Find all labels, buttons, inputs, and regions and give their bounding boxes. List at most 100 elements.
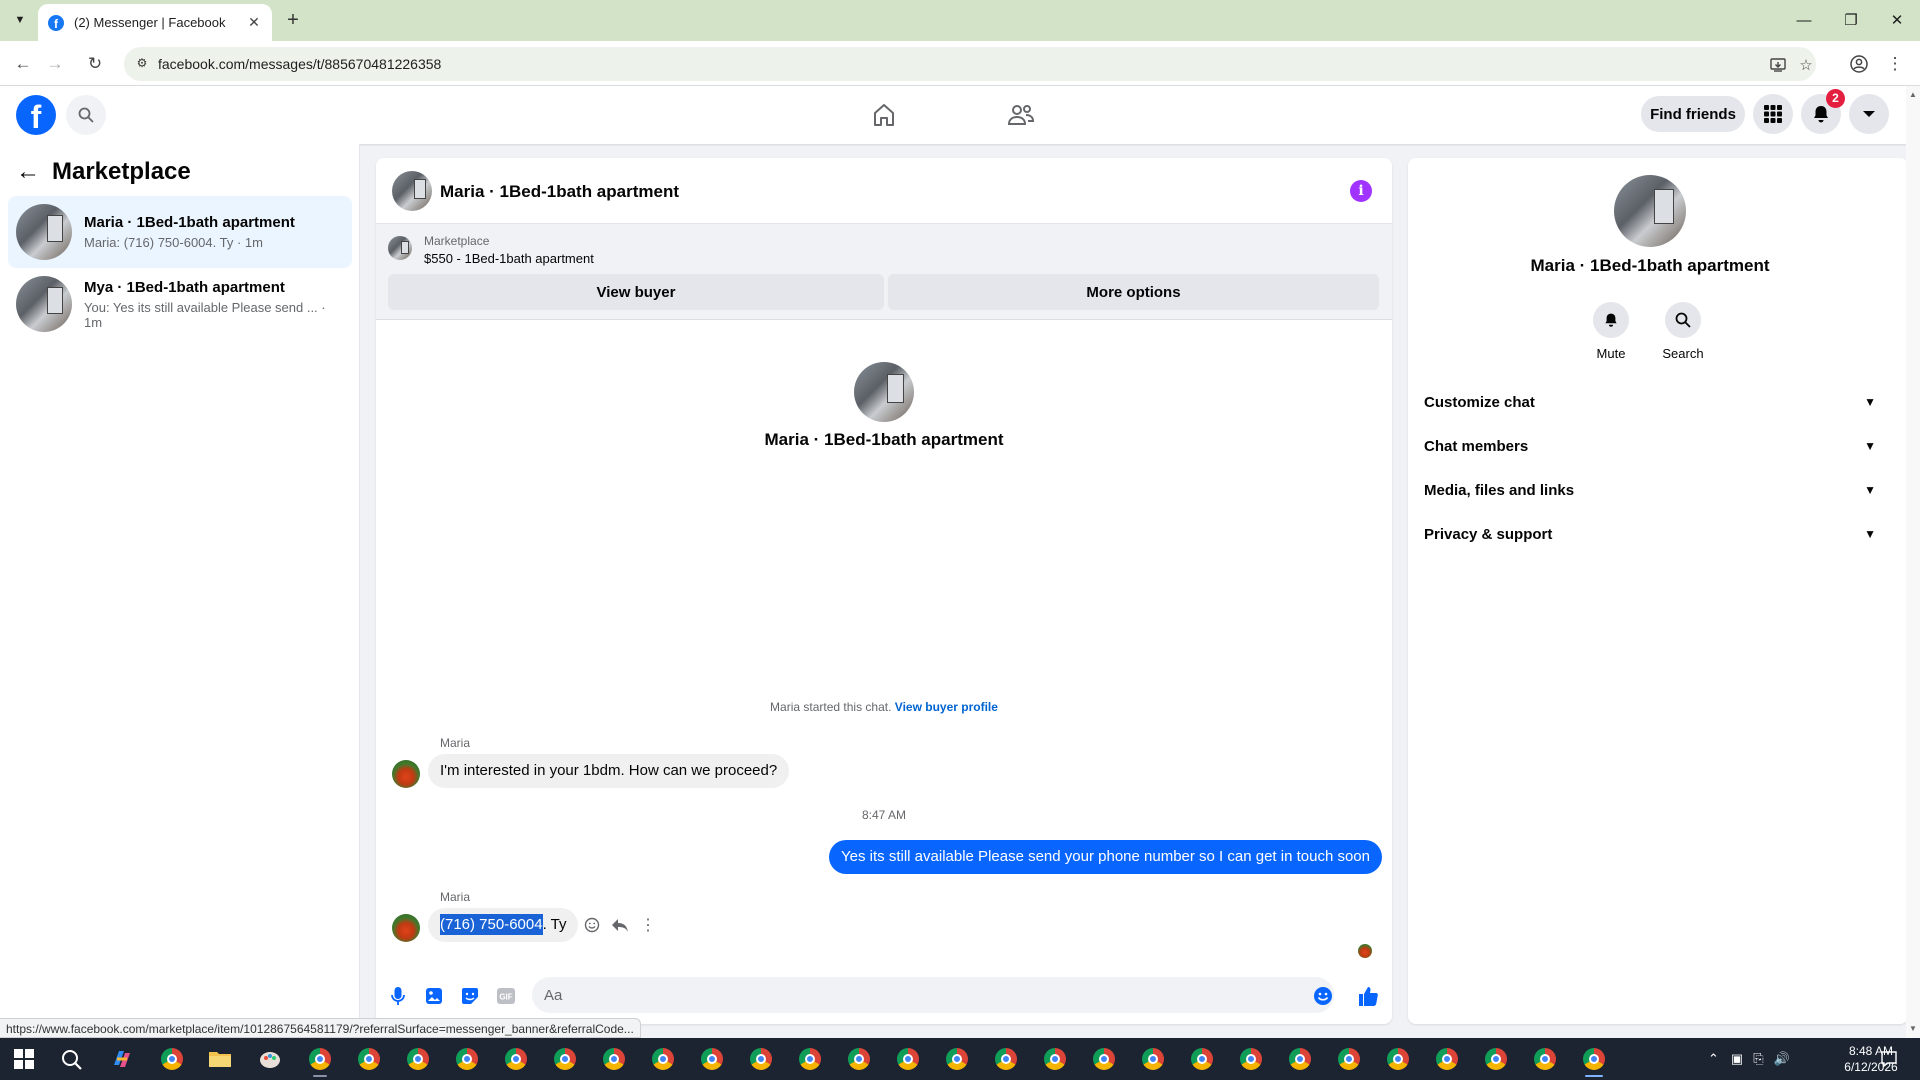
chrome-window-icon[interactable] <box>1041 1045 1069 1073</box>
home-nav-icon[interactable] <box>869 100 899 130</box>
scroll-down-arrow-icon[interactable]: ▼ <box>1909 1024 1917 1033</box>
account-menu-button[interactable] <box>1849 94 1889 134</box>
photo-icon[interactable] <box>422 984 446 1008</box>
banner-item[interactable]: $550 - 1Bed-1bath apartment <box>424 251 594 266</box>
conversation-item-maria[interactable]: Maria · 1Bed-1bath apartment Maria: (716… <box>8 196 352 268</box>
chrome-window-icon[interactable] <box>502 1045 530 1073</box>
chrome-window-icon[interactable] <box>1384 1045 1412 1073</box>
chrome-window-active-icon[interactable] <box>1580 1045 1608 1077</box>
chrome-window-icon[interactable] <box>1090 1045 1118 1073</box>
chrome-window-icon[interactable] <box>943 1045 971 1073</box>
sticker-icon[interactable] <box>458 984 482 1008</box>
scroll-up-arrow-icon[interactable]: ▲ <box>1909 90 1917 99</box>
chrome-window-icon[interactable] <box>1433 1045 1461 1073</box>
chrome-window-icon[interactable] <box>747 1045 775 1073</box>
chat-members-section[interactable]: Chat members ▼ <box>1408 424 1892 468</box>
mute-button[interactable]: Mute <box>1581 302 1641 361</box>
chrome-window-icon[interactable] <box>1286 1045 1314 1073</box>
sender-avatar[interactable] <box>392 760 420 788</box>
url-omnibox[interactable]: ⚙ facebook.com/messages/t/88567048122635… <box>124 47 1816 81</box>
restore-window-icon[interactable]: ❐ <box>1836 8 1866 32</box>
url-text[interactable]: facebook.com/messages/t/885670481226358 <box>158 56 441 72</box>
tray-overflow-chevron-icon[interactable]: ⌃ <box>1708 1051 1719 1067</box>
chrome-window-icon[interactable] <box>453 1045 481 1073</box>
sender-avatar[interactable] <box>392 914 420 942</box>
chrome-window-icon[interactable] <box>551 1045 579 1073</box>
chrome-window-icon[interactable] <box>404 1045 432 1073</box>
network-icon[interactable]: ⎘ <box>1753 1051 1763 1067</box>
chrome-window-icon[interactable] <box>306 1045 334 1077</box>
chrome-taskbar-icon[interactable] <box>158 1045 186 1073</box>
profile-icon[interactable] <box>1846 51 1872 77</box>
taskbar-search-icon[interactable] <box>60 1048 84 1072</box>
chrome-window-icon[interactable] <box>1139 1045 1167 1073</box>
copilot-icon[interactable] <box>108 1045 136 1073</box>
forward-arrow-icon[interactable]: → <box>42 51 68 77</box>
friends-nav-icon[interactable] <box>1006 100 1036 130</box>
chrome-window-icon[interactable] <box>1531 1045 1559 1073</box>
reply-icon[interactable] <box>608 913 632 937</box>
intro-avatar[interactable] <box>854 362 914 422</box>
privacy-support-section[interactable]: Privacy & support ▼ <box>1408 512 1892 556</box>
find-friends-button[interactable]: Find friends <box>1641 96 1745 132</box>
customize-chat-section[interactable]: Customize chat ▼ <box>1408 380 1892 424</box>
chrome-window-icon[interactable] <box>894 1045 922 1073</box>
windows-start-icon[interactable] <box>14 1049 34 1069</box>
microphone-icon[interactable] <box>386 984 410 1008</box>
incoming-message[interactable]: I'm interested in your 1bdm. How can we … <box>428 754 790 788</box>
search-in-chat-button[interactable]: Search <box>1653 302 1713 361</box>
chrome-window-icon[interactable] <box>992 1045 1020 1073</box>
new-tab-plus-icon[interactable]: + <box>282 9 304 31</box>
minimize-window-icon[interactable]: — <box>1789 8 1819 32</box>
tab-search-chevron-icon[interactable]: ▼ <box>8 8 32 32</box>
message-input[interactable] <box>532 977 1334 1013</box>
chrome-window-icon[interactable] <box>1188 1045 1216 1073</box>
bookmark-star-icon[interactable]: ☆ <box>1796 55 1816 75</box>
gif-icon[interactable]: GIF <box>494 984 518 1008</box>
more-actions-icon[interactable]: ⋮ <box>636 913 660 937</box>
back-arrow-icon[interactable]: ← <box>16 158 40 186</box>
info-avatar[interactable] <box>1614 175 1686 247</box>
view-buyer-profile-link[interactable]: View buyer profile <box>895 700 998 714</box>
site-info-icon[interactable]: ⚙ <box>134 56 150 72</box>
page-scrollbar[interactable]: ▲ ▼ <box>1906 86 1920 1038</box>
info-icon[interactable]: i <box>1350 180 1372 202</box>
file-explorer-icon[interactable] <box>206 1045 234 1073</box>
paint-app-icon[interactable] <box>256 1045 284 1073</box>
chrome-window-icon[interactable] <box>796 1045 824 1073</box>
tab-close-icon[interactable]: ✕ <box>246 14 262 31</box>
facebook-logo-icon[interactable]: f <box>16 95 56 135</box>
emoji-icon[interactable] <box>1311 984 1335 1008</box>
close-window-icon[interactable]: ✕ <box>1882 8 1912 32</box>
incoming-message-phone[interactable]: (716) 750-6004. Ty <box>428 908 579 942</box>
notification-center-icon[interactable] <box>1880 1038 1898 1080</box>
back-arrow-icon[interactable]: ← <box>10 51 36 77</box>
chrome-window-icon[interactable] <box>1482 1045 1510 1073</box>
listing-thumbnail[interactable] <box>388 236 412 260</box>
facebook-search-button[interactable] <box>66 95 106 135</box>
chrome-window-icon[interactable] <box>845 1045 873 1073</box>
outgoing-message[interactable]: Yes its still available Please send your… <box>829 840 1382 874</box>
install-app-icon[interactable] <box>1768 55 1788 75</box>
chat-title[interactable]: Maria · 1Bed-1bath apartment <box>440 182 679 202</box>
browser-menu-icon[interactable]: ⋮ <box>1882 51 1908 77</box>
reload-icon[interactable]: ↻ <box>82 51 108 77</box>
view-buyer-button[interactable]: View buyer <box>388 274 884 310</box>
chrome-window-icon[interactable] <box>1237 1045 1265 1073</box>
conversation-item-mya[interactable]: Mya · 1Bed-1bath apartment You: Yes its … <box>8 268 352 340</box>
chrome-window-icon[interactable] <box>355 1045 383 1073</box>
browser-tab-messenger[interactable]: f (2) Messenger | Facebook ✕ <box>38 4 272 41</box>
selected-phone-text[interactable]: (716) 750-6004 <box>440 914 543 935</box>
more-options-button[interactable]: More options <box>888 274 1379 310</box>
chat-avatar[interactable] <box>392 171 432 211</box>
meet-now-icon[interactable]: ▣ <box>1731 1051 1743 1067</box>
chrome-window-icon[interactable] <box>1335 1045 1363 1073</box>
chrome-window-icon[interactable] <box>649 1045 677 1073</box>
like-thumbs-up-icon[interactable] <box>1356 984 1380 1008</box>
chrome-window-icon[interactable] <box>698 1045 726 1073</box>
react-emoji-icon[interactable] <box>580 913 604 937</box>
menu-grid-button[interactable] <box>1753 94 1793 134</box>
chrome-window-icon[interactable] <box>600 1045 628 1073</box>
media-files-links-section[interactable]: Media, files and links ▼ <box>1408 468 1892 512</box>
volume-icon[interactable]: 🔊 <box>1774 1051 1790 1067</box>
